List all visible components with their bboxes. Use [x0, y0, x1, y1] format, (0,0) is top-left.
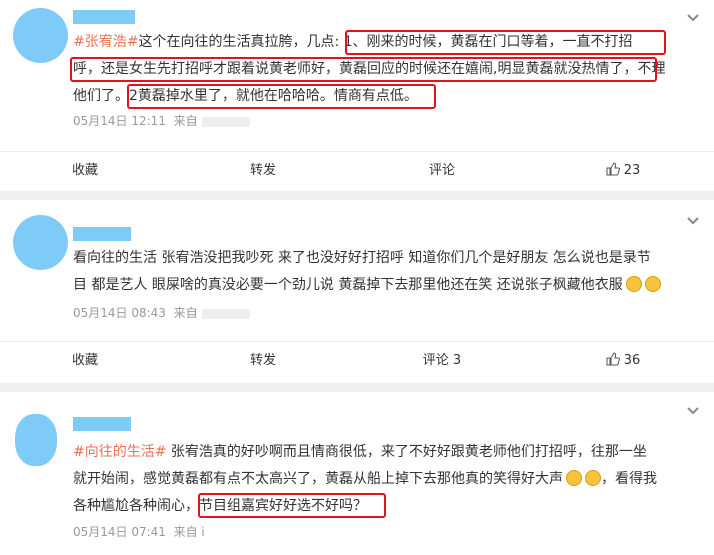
post-time[interactable]: 05月14日 12:11 — [73, 114, 166, 128]
post-meta: 05月14日 12:11 来自 — [73, 112, 250, 129]
source-redacted — [201, 116, 250, 127]
topic-tag[interactable]: #向往的生活# — [73, 444, 166, 460]
chevron-down-icon[interactable] — [684, 402, 702, 420]
username-redacted[interactable] — [73, 10, 135, 24]
post-text-line: 目 都是艺人 眼屎啥的真没必要一个劲儿说 黄磊掉下去那里他还在笑 还说张子枫藏他… — [73, 276, 661, 294]
post-source: 来自 — [173, 114, 198, 128]
post-text-line: 看向往的生活 张宥浩没把我吵死 来了也没好好打招呼 知道你们几个是好朋友 怎么说… — [73, 250, 651, 266]
chevron-down-icon[interactable] — [684, 212, 702, 230]
avatar[interactable] — [15, 414, 57, 466]
collect-button[interactable]: 收藏 — [40, 152, 130, 189]
avatar[interactable] — [13, 8, 68, 63]
post-text-line: 就开始闹，感觉黄磊都有点不太高兴了，黄磊从船上掉下去那他真的笑得好大声 ，看得我 — [73, 470, 657, 487]
action-bar: 收藏 转发 评论 3 36 — [0, 341, 714, 379]
repost-button[interactable]: 转发 — [218, 152, 308, 189]
thumb-up-icon — [606, 162, 620, 176]
weibo-post-2: 看向往的生活 张宥浩没把我吵死 来了也没好好打招呼 知道你们几个是好朋友 怎么说… — [0, 200, 714, 383]
smile-emoji-icon — [585, 470, 601, 486]
repost-button[interactable]: 转发 — [218, 342, 308, 379]
post-time[interactable]: 05月14日 07:41 — [73, 525, 166, 539]
collect-button[interactable]: 收藏 — [40, 342, 130, 379]
smile-emoji-icon — [644, 276, 661, 292]
highlight-box — [198, 493, 386, 518]
thumb-up-icon — [606, 352, 620, 366]
username-redacted[interactable] — [73, 227, 131, 241]
comment-button[interactable]: 评论 — [397, 152, 487, 189]
topic-tag[interactable]: #张宥浩# — [73, 34, 138, 50]
like-count: 36 — [623, 353, 641, 368]
smile-emoji-icon — [625, 276, 642, 292]
post-text-line: #向往的生活# 张宥浩真的好吵啊而且情商很低，来了不好好跟黄老师他们打招呼，往那… — [73, 444, 647, 460]
source-redacted — [201, 308, 250, 319]
highlight-box — [345, 30, 666, 55]
post-meta: 05月14日 08:43 来自 — [73, 304, 250, 321]
post-source: 来自 i — [173, 525, 205, 539]
like-button[interactable]: 23 — [588, 152, 658, 189]
post-time[interactable]: 05月14日 08:43 — [73, 306, 166, 320]
post-meta: 05月14日 07:41 来自 i — [73, 523, 205, 540]
weibo-post-3: #向往的生活# 张宥浩真的好吵啊而且情商很低，来了不好好跟黄老师他们打招呼，往那… — [0, 392, 714, 555]
comment-button[interactable]: 评论 3 — [397, 342, 487, 379]
chevron-down-icon[interactable] — [684, 9, 702, 27]
smile-emoji-icon — [566, 470, 582, 486]
weibo-post-1: #张宥浩#这个在向往的生活真拉胯，几点: 1、刚来的时候，黄磊在门口等着，一直不… — [0, 0, 714, 191]
username-redacted[interactable] — [73, 417, 131, 431]
avatar[interactable] — [13, 215, 68, 270]
like-count: 23 — [623, 163, 641, 178]
like-button[interactable]: 36 — [588, 342, 658, 379]
highlight-box — [70, 57, 657, 82]
action-bar: 收藏 转发 评论 23 — [0, 151, 714, 189]
post-source: 来自 — [173, 306, 198, 320]
highlight-box — [127, 84, 436, 109]
